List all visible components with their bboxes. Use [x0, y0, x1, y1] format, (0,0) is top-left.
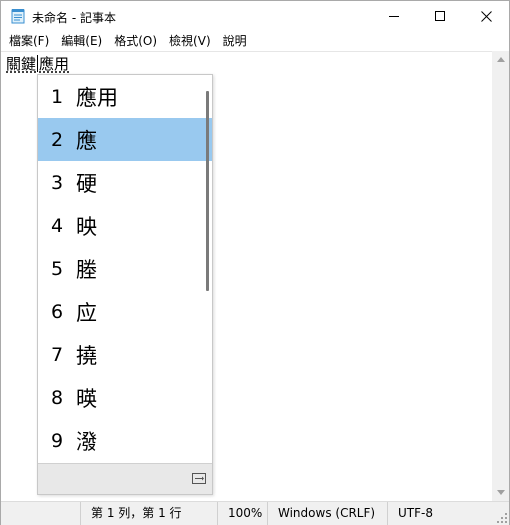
candidate-number: 2 — [50, 128, 64, 151]
candidate-text: 塍 — [76, 257, 97, 282]
scroll-down-arrow-icon — [496, 490, 505, 495]
ime-candidate-window: 1 應用 2 應 3 硬 4 映 5 塍 6 应 7 撓 8 暎 9 潑 — [37, 74, 213, 495]
candidate-number: 5 — [50, 257, 64, 280]
text-caret — [37, 55, 39, 72]
candidate-number: 3 — [50, 171, 64, 194]
candidate-item-selected[interactable]: 2 應 — [38, 118, 212, 161]
candidate-item[interactable]: 9 潑 — [38, 419, 212, 462]
menu-file[interactable]: 檔案(F) — [3, 31, 55, 51]
notepad-window: 未命名 - 記事本 檔案(F) 編輯(E) 格式(O) 檢視(V) 說明 關鍵應 — [0, 0, 510, 525]
candidate-number: 4 — [50, 214, 64, 237]
scroll-up-button[interactable] — [492, 51, 509, 68]
title-bar[interactable]: 未命名 - 記事本 — [1, 1, 509, 31]
candidate-item[interactable]: 5 塍 — [38, 247, 212, 290]
candidate-text: 硬 — [76, 171, 97, 196]
candidate-scrollbar-thumb[interactable] — [206, 91, 209, 291]
menu-edit[interactable]: 編輯(E) — [55, 31, 108, 51]
candidate-number: 9 — [50, 429, 64, 452]
scroll-down-button[interactable] — [492, 484, 509, 501]
candidate-number: 8 — [50, 386, 64, 409]
candidate-text: 應 — [76, 128, 97, 153]
committed-text: 關鍵 — [6, 55, 37, 73]
maximize-icon — [435, 11, 445, 21]
composing-text: 應用 — [39, 55, 70, 73]
status-position: 第 1 列，第 1 行 — [80, 502, 182, 525]
candidate-item[interactable]: 6 应 — [38, 290, 212, 333]
candidate-text: 应 — [76, 300, 97, 325]
candidate-footer — [38, 463, 212, 494]
candidate-number: 6 — [50, 300, 64, 323]
minimize-icon — [389, 16, 399, 17]
candidate-item[interactable]: 4 映 — [38, 204, 212, 247]
expand-candidates-icon[interactable] — [192, 473, 206, 484]
editor-content: 關鍵 應用 — [6, 55, 69, 73]
candidate-item[interactable]: 3 硬 — [38, 161, 212, 204]
candidate-item[interactable]: 1 應用 — [38, 75, 212, 118]
status-zoom: 100% — [217, 502, 262, 525]
close-icon — [480, 10, 492, 22]
candidate-item[interactable]: 8 暎 — [38, 376, 212, 419]
resize-grip-icon[interactable] — [497, 513, 507, 523]
minimize-button[interactable] — [371, 1, 417, 31]
candidate-number: 1 — [50, 85, 64, 108]
menu-view[interactable]: 檢視(V) — [163, 31, 217, 51]
candidate-text: 潑 — [76, 429, 97, 454]
status-bar: 第 1 列，第 1 行 100% Windows (CRLF) UTF-8 — [1, 501, 509, 525]
candidate-text: 暎 — [76, 386, 97, 411]
candidate-item[interactable]: 7 撓 — [38, 333, 212, 376]
candidate-text: 應用 — [76, 85, 118, 110]
status-encoding: UTF-8 — [387, 502, 433, 525]
scroll-up-arrow-icon — [496, 57, 505, 62]
status-line-ending: Windows (CRLF) — [267, 502, 375, 525]
candidate-number: 7 — [50, 343, 64, 366]
candidate-text: 映 — [76, 214, 97, 239]
menu-bar: 檔案(F) 編輯(E) 格式(O) 檢視(V) 說明 — [1, 31, 509, 51]
notepad-icon — [11, 9, 25, 24]
close-button[interactable] — [463, 1, 509, 31]
vertical-scrollbar[interactable] — [492, 51, 509, 501]
menu-help[interactable]: 說明 — [217, 31, 253, 51]
window-title: 未命名 - 記事本 — [32, 11, 116, 25]
menu-format[interactable]: 格式(O) — [108, 31, 163, 51]
candidate-text: 撓 — [76, 343, 97, 368]
maximize-button[interactable] — [417, 1, 463, 31]
